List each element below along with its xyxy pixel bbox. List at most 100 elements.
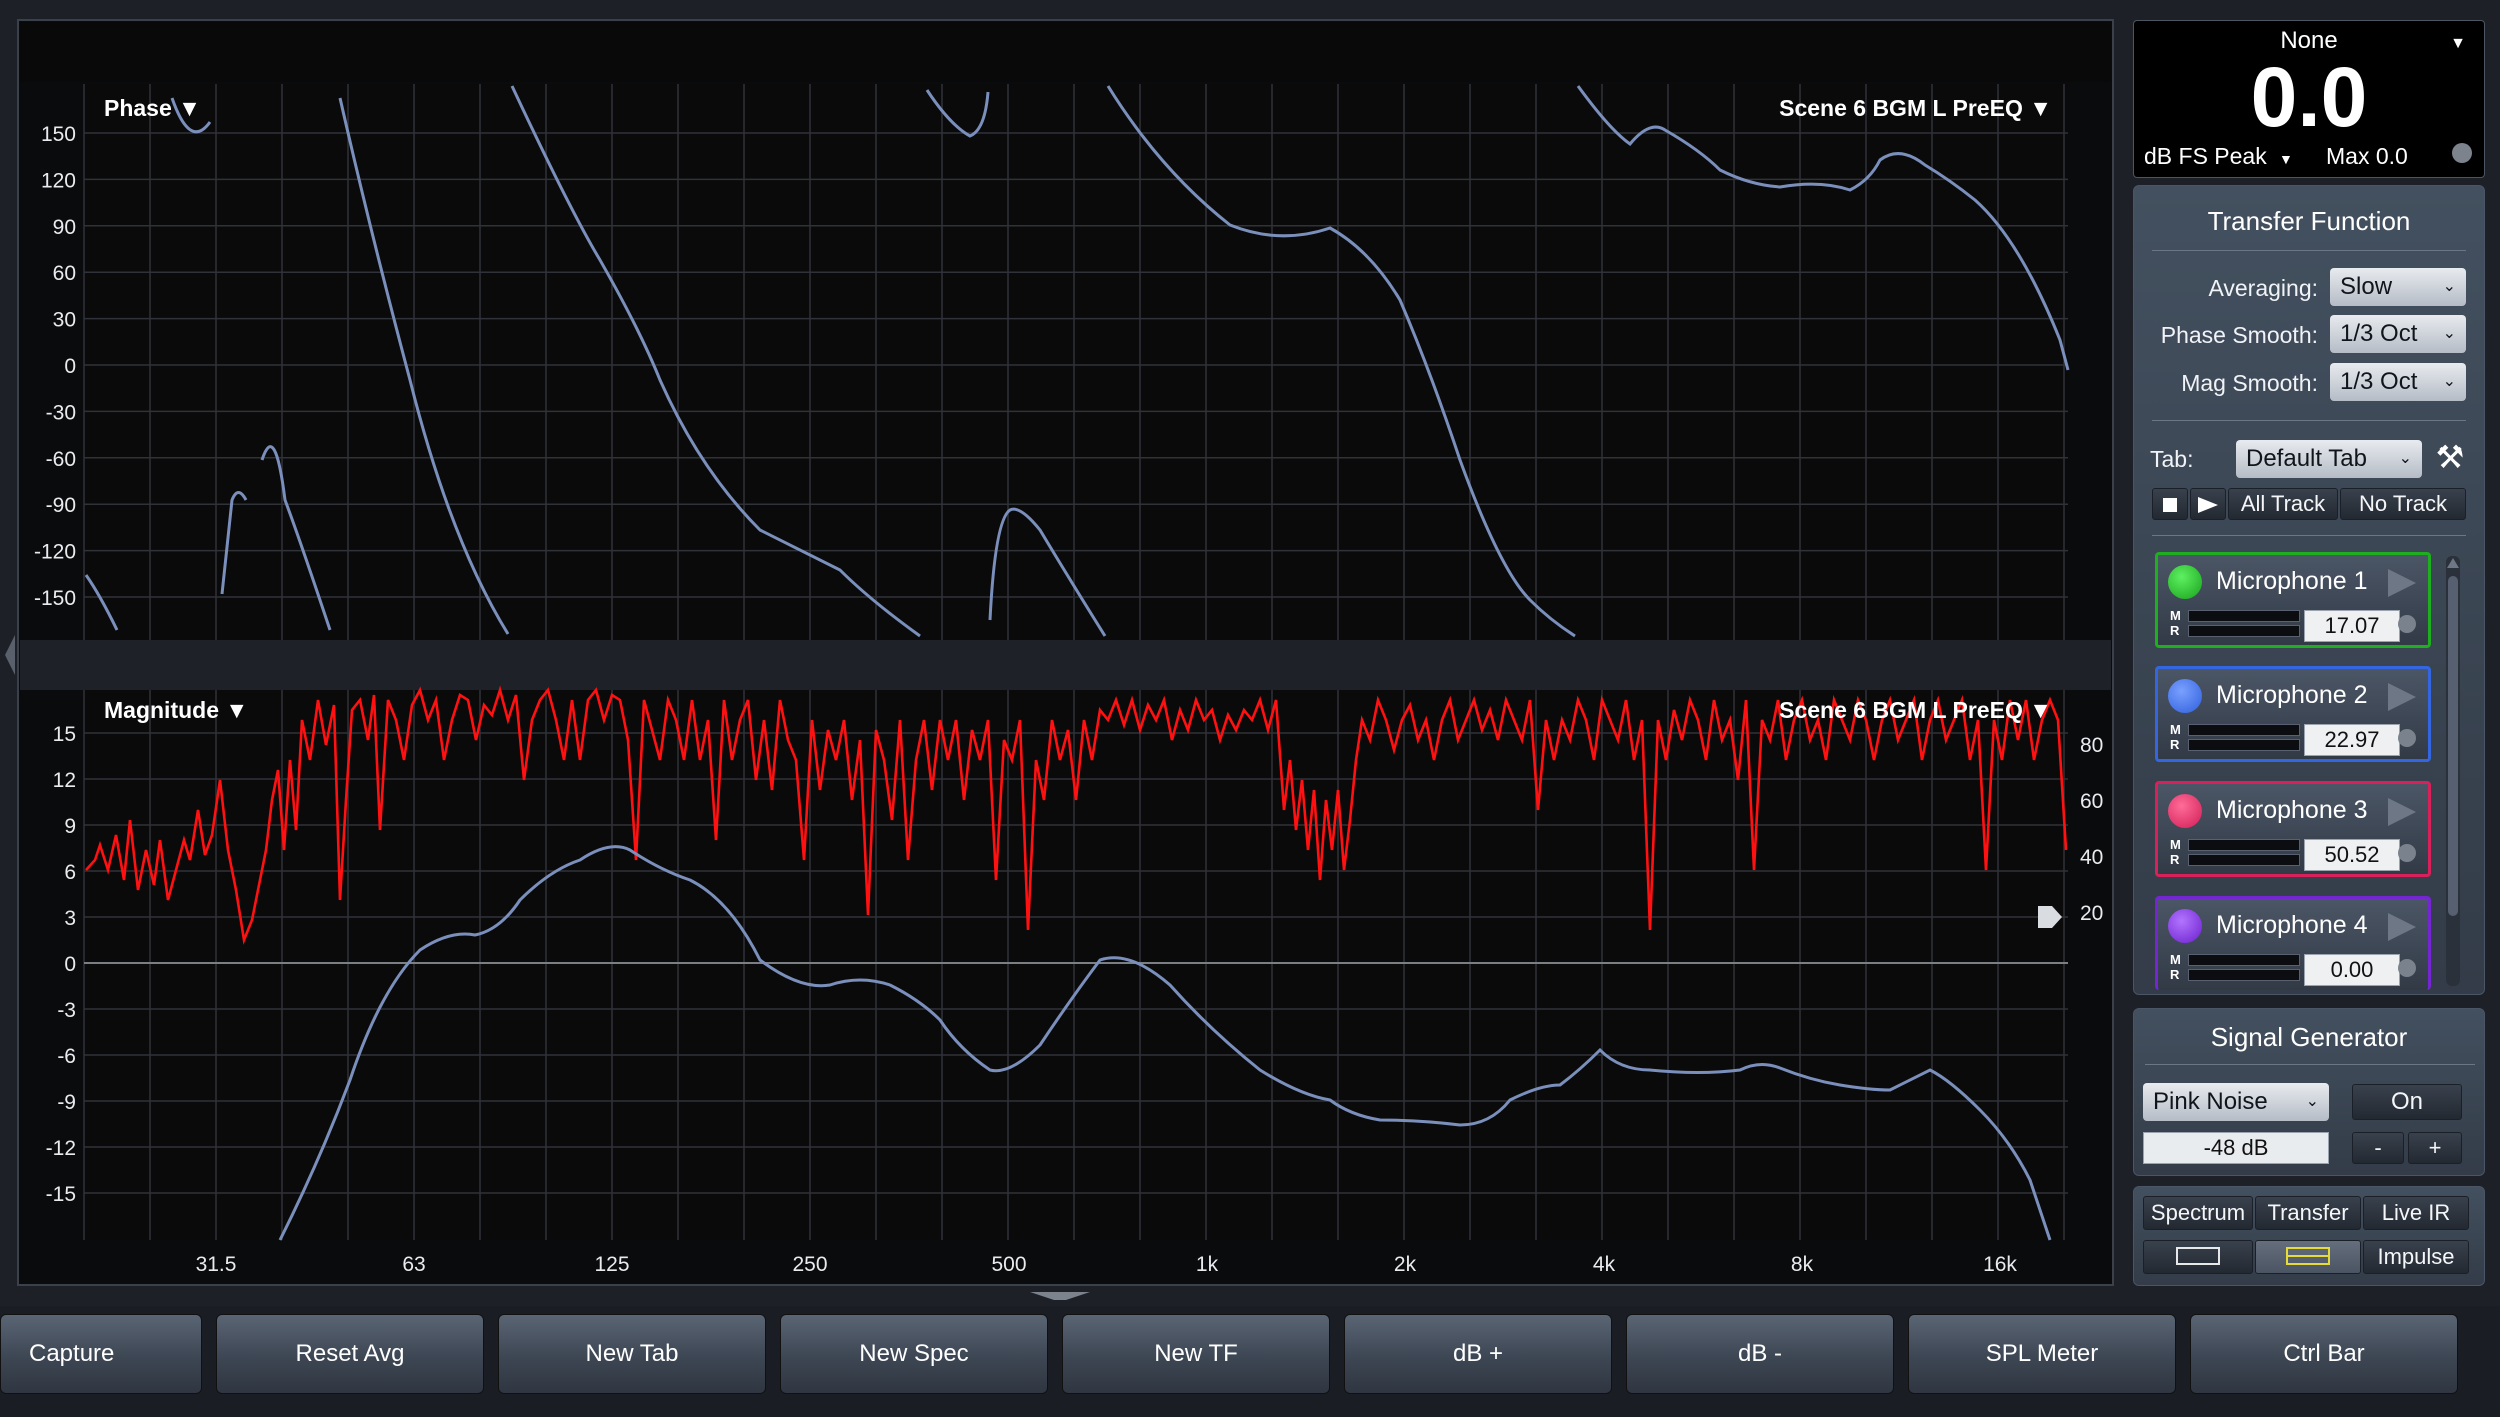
mic-color-dot[interactable]	[2168, 794, 2202, 828]
mic-delay-value[interactable]: 50.52	[2304, 839, 2400, 871]
meter-r-label: R	[2170, 737, 2180, 752]
y-tick-label: -90	[46, 494, 76, 517]
level-meter[interactable]: None ▼ 0.0 dB FS Peak ▼ Max 0.0	[2133, 20, 2485, 178]
meter-max[interactable]: Max 0.0	[2326, 143, 2408, 170]
no-track-button[interactable]: No Track	[2340, 488, 2466, 520]
y-tick-label: 150	[41, 123, 76, 146]
mic-row-4[interactable]: Microphone 4 M R 0.00	[2155, 896, 2431, 990]
stop-button[interactable]	[2152, 488, 2188, 520]
mic-play-icon[interactable]	[2388, 569, 2416, 597]
chevron-down-icon: ⌄	[2442, 373, 2456, 390]
play-button[interactable]	[2190, 488, 2226, 520]
capture-button[interactable]: Capture	[0, 1314, 202, 1394]
generator-level-field[interactable]: -48 dB	[2143, 1132, 2329, 1164]
transfer-view-button[interactable]: Transfer	[2255, 1196, 2361, 1230]
panel-divider	[2152, 535, 2466, 536]
x-tick-label: 31.5	[196, 1253, 237, 1276]
averaging-value: Slow	[2340, 273, 2393, 300]
mic-play-icon[interactable]	[2388, 913, 2416, 941]
chevron-down-icon: ⌄	[2305, 1093, 2319, 1110]
new-tab-button[interactable]: New Tab	[498, 1314, 766, 1394]
mic-play-icon[interactable]	[2388, 683, 2416, 711]
new-tf-button[interactable]: New TF	[1062, 1314, 1330, 1394]
magnitude-trace-label[interactable]: Scene 6 BGM L PreEQ ▼	[1779, 697, 2052, 723]
mic-row-3[interactable]: Microphone 3 M R 50.52	[2155, 781, 2431, 877]
generator-level-down-button[interactable]: -	[2352, 1132, 2404, 1164]
reset-avg-button[interactable]: Reset Avg	[216, 1314, 484, 1394]
tab-value: Default Tab	[2246, 445, 2367, 472]
x-tick-label: 250	[792, 1253, 827, 1276]
live-ir-view-button[interactable]: Live IR	[2363, 1196, 2469, 1230]
single-plot-layout-button[interactable]	[2143, 1240, 2253, 1274]
all-track-button[interactable]: All Track	[2228, 488, 2338, 520]
generator-level-up-button[interactable]: +	[2408, 1132, 2462, 1164]
y-tick-label: 120	[41, 169, 76, 192]
averaging-label: Averaging:	[2208, 275, 2318, 301]
spl-meter-button[interactable]: SPL Meter	[1908, 1314, 2176, 1394]
mic-name: Microphone 3	[2216, 796, 2368, 824]
phase-smooth-select[interactable]: 1/3 Oct ⌄	[2330, 315, 2466, 353]
meter-r-label: R	[2170, 852, 2180, 867]
plot-header-strip	[20, 22, 2111, 82]
left-collapse-arrow[interactable]	[5, 635, 15, 675]
scrollbar-thumb[interactable]	[2448, 576, 2458, 916]
mic-delay-value[interactable]: 0.00	[2304, 954, 2400, 986]
y-tick-label: -150	[34, 587, 76, 610]
phase-plot[interactable]	[84, 84, 2068, 640]
tools-icon[interactable]: ⚒	[2432, 438, 2468, 476]
plot-divider	[20, 640, 2111, 690]
meter-mode[interactable]: dB FS Peak	[2144, 143, 2267, 170]
transfer-function-title: Transfer Function	[2207, 206, 2411, 236]
tab-select[interactable]: Default Tab ⌄	[2236, 440, 2422, 478]
mic-record-indicator[interactable]	[2398, 615, 2416, 633]
magnitude-plot[interactable]	[84, 690, 2068, 1240]
mic-record-indicator[interactable]	[2398, 729, 2416, 747]
mic-list-scrollbar[interactable]	[2446, 556, 2460, 986]
new-spec-button[interactable]: New Spec	[780, 1314, 1048, 1394]
averaging-select[interactable]: Slow ⌄	[2330, 268, 2466, 306]
meter-m-label: M	[2170, 608, 2181, 623]
mic-delay-value[interactable]: 17.07	[2304, 610, 2400, 642]
mic-play-icon[interactable]	[2388, 798, 2416, 826]
x-tick-label: 4k	[1593, 1253, 1616, 1276]
meter-mode-arrow-icon[interactable]: ▼	[2279, 151, 2293, 167]
meter-m-label: M	[2170, 837, 2181, 852]
mic-color-dot[interactable]	[2168, 565, 2202, 599]
mic-meter-r	[2188, 625, 2300, 637]
bottom-collapse-arrow[interactable]	[1030, 1292, 1090, 1300]
y-tick-label: 60	[53, 262, 76, 285]
mic-record-indicator[interactable]	[2398, 844, 2416, 862]
mag-smooth-select[interactable]: 1/3 Oct ⌄	[2330, 363, 2466, 401]
scrollbar-up-icon[interactable]	[2447, 558, 2459, 568]
y-tick-label: 12	[53, 769, 76, 792]
ctrl-bar-button[interactable]: Ctrl Bar	[2190, 1314, 2458, 1394]
mic-row-1[interactable]: Microphone 1 M R 17.07	[2155, 552, 2431, 648]
magnitude-title[interactable]: Magnitude ▼	[104, 697, 248, 723]
mic-color-dot[interactable]	[2168, 909, 2202, 943]
mag-smooth-value: 1/3 Oct	[2340, 368, 2418, 395]
y-tick-label: 9	[64, 815, 76, 838]
impulse-view-button[interactable]: Impulse	[2363, 1240, 2469, 1274]
mag-smooth-label: Mag Smooth:	[2181, 370, 2318, 396]
x-tick-label: 125	[594, 1253, 629, 1276]
mic-color-dot[interactable]	[2168, 679, 2202, 713]
signal-type-select[interactable]: Pink Noise ⌄	[2143, 1083, 2329, 1121]
y-tick-label: 60	[2080, 790, 2103, 813]
phase-trace-label[interactable]: Scene 6 BGM L PreEQ ▼	[1779, 95, 2052, 121]
y-tick-label: 0	[64, 953, 76, 976]
y-tick-label: 0	[64, 355, 76, 378]
phase-smooth-value: 1/3 Oct	[2340, 320, 2418, 347]
chevron-down-icon: ⌄	[2442, 278, 2456, 295]
db-plus-button[interactable]: dB +	[1344, 1314, 1612, 1394]
meter-reset-indicator[interactable]	[2452, 143, 2472, 163]
db-minus-button[interactable]: dB -	[1626, 1314, 1894, 1394]
mic-delay-value[interactable]: 22.97	[2304, 724, 2400, 756]
y-tick-label: -12	[46, 1137, 76, 1160]
spectrum-view-button[interactable]: Spectrum	[2143, 1196, 2253, 1230]
mic-record-indicator[interactable]	[2398, 959, 2416, 977]
mic-row-2[interactable]: Microphone 2 M R 22.97	[2155, 666, 2431, 762]
generator-on-button[interactable]: On	[2352, 1084, 2462, 1120]
phase-title[interactable]: Phase ▼	[104, 95, 201, 121]
dual-plot-layout-button[interactable]	[2255, 1240, 2361, 1274]
mic-name: Microphone 1	[2216, 567, 2368, 595]
